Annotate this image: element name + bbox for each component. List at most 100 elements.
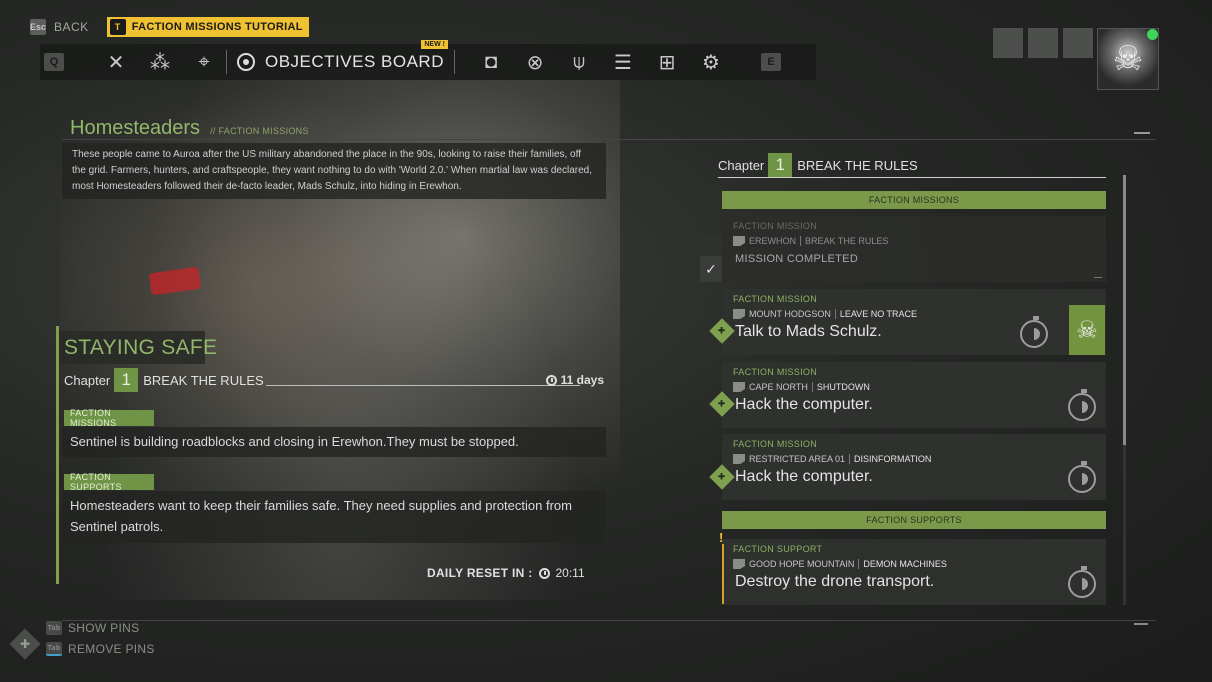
card-objective: Hack the computer.	[735, 396, 873, 413]
card-location: MOUNT HODGSON LEAVE NO TRACE	[733, 309, 917, 319]
divider	[811, 382, 813, 392]
checkmark-icon: ✓	[700, 256, 722, 282]
card-objective: Talk to Mads Schulz.	[735, 323, 882, 340]
location-name: EREWHON	[749, 236, 796, 246]
card-location: RESTRICTED AREA 01 DISINFORMATION	[733, 454, 931, 464]
warning-icon: !	[719, 530, 724, 545]
card-objective: MISSION COMPLETED	[735, 253, 859, 265]
mission-name: LEAVE NO TRACE	[839, 309, 918, 319]
flask-image	[148, 266, 202, 296]
divider	[62, 620, 1156, 621]
skull-badge-icon: ☠	[1069, 305, 1105, 355]
time-left: 11 days	[545, 373, 604, 387]
show-pins-button[interactable]: Tab SHOW PINS	[46, 621, 139, 635]
card-location: GOOD HOPE MOUNTAIN DEMON MACHINES	[733, 559, 947, 569]
faction-name: Homesteaders	[70, 117, 201, 139]
location-icon	[733, 236, 745, 246]
divider	[858, 559, 860, 569]
vehicle-icon[interactable]: ⊞	[645, 44, 689, 80]
tutorial-label: FACTION MISSIONS TUTORIAL	[131, 21, 303, 33]
mission-card[interactable]: FACTION MISSION MOUNT HODGSON LEAVE NO T…	[722, 289, 1106, 355]
t-key-icon: T	[109, 19, 126, 35]
right-chapter-header: Chapter 1 BREAK THE RULES	[718, 153, 1106, 178]
chapter-number: 1	[114, 368, 139, 392]
location-name: GOOD HOPE MOUNTAIN	[749, 559, 855, 569]
stopwatch-icon	[1020, 316, 1048, 348]
daily-reset: DAILY RESET IN : 20:11	[427, 566, 585, 580]
location-icon	[733, 559, 745, 569]
remove-pins-button[interactable]: Tab REMOVE PINS	[46, 642, 155, 656]
chapter-name: BREAK THE RULES	[797, 157, 918, 173]
card-type: FACTION MISSION	[733, 221, 818, 231]
timer-icon	[545, 374, 557, 386]
support-card[interactable]: FACTION SUPPORT GOOD HOPE MOUNTAIN DEMON…	[722, 539, 1106, 605]
panel-accent-bar	[56, 326, 59, 584]
new-badge: NEW !	[421, 40, 448, 49]
tab-key-icon: Tab	[46, 642, 62, 656]
skull-icon: ☠	[1112, 40, 1144, 78]
pin-icon: ✚	[9, 628, 41, 660]
faction-subtitle: // FACTION MISSIONS	[210, 126, 309, 136]
tutorial-button[interactable]: T FACTION MISSIONS TUTORIAL	[106, 17, 309, 37]
divider-mark	[1134, 132, 1150, 134]
empty-slot[interactable]	[993, 28, 1023, 58]
scrollbar-thumb[interactable]	[1123, 175, 1126, 445]
card-location: CAPE NORTH SHUTDOWN	[733, 382, 870, 392]
mission-card[interactable]: FACTION MISSION RESTRICTED AREA 01 DISIN…	[722, 434, 1106, 500]
stopwatch-icon	[1068, 461, 1096, 493]
panel-title: STAYING SAFE	[64, 336, 218, 359]
daily-reset-time: 20:11	[555, 566, 585, 580]
missions-info: Sentinel is building roadblocks and clos…	[62, 427, 606, 457]
timer-icon	[538, 567, 550, 579]
mission-card[interactable]: FACTION MISSION CAPE NORTH SHUTDOWN Hack…	[722, 362, 1106, 428]
divider-mark	[1134, 623, 1148, 625]
location-icon	[733, 382, 745, 392]
gear-icon[interactable]: ⚙	[689, 44, 733, 80]
divider	[62, 139, 1156, 140]
card-objective: Destroy the drone transport.	[735, 573, 935, 590]
target-icon	[237, 53, 255, 71]
section-faction-supports: FACTION SUPPORTS	[722, 511, 1106, 529]
map-pin-icon[interactable]: ⌖	[182, 44, 226, 80]
location-name: RESTRICTED AREA 01	[749, 454, 846, 464]
tab-label: OBJECTIVES BOARD	[265, 52, 444, 71]
show-pins-label: SHOW PINS	[68, 621, 140, 635]
warning-accent	[722, 544, 724, 604]
mission-card-completed[interactable]: FACTION MISSION EREWHON BREAK THE RULES …	[722, 216, 1106, 282]
nav-divider	[453, 50, 455, 74]
chapter-row: Chapter 1 BREAK THE RULES 11 days	[64, 368, 604, 392]
divider	[849, 454, 851, 464]
faction-description: These people came to Auroa after the US …	[62, 143, 606, 199]
faction-supports-tag: FACTION SUPPORTS	[64, 472, 154, 492]
back-button[interactable]: BACK	[54, 20, 89, 34]
mission-name: DISINFORMATION	[854, 454, 932, 464]
backpack-icon[interactable]: ◘	[469, 44, 513, 80]
time-left-value: 11 days	[560, 373, 604, 387]
section-faction-missions: FACTION MISSIONS	[722, 191, 1106, 209]
chevron-badge-icon[interactable]: ⊗	[513, 44, 557, 80]
stopwatch-icon	[1068, 566, 1096, 598]
chapter-label: Chapter	[64, 372, 111, 388]
card-location: EREWHON BREAK THE RULES	[733, 236, 888, 246]
crossed-tools-icon[interactable]: ✕	[94, 44, 138, 80]
card-type: FACTION MISSION	[733, 439, 818, 449]
tab-objectives-board[interactable]: OBJECTIVES BOARD NEW !	[227, 40, 454, 80]
outfit-icon[interactable]: ⍦	[557, 44, 601, 80]
stopwatch-icon	[1068, 389, 1096, 421]
mission-name: BREAK THE RULES	[805, 236, 889, 246]
main-nav: Q ✕ ⁂ ⌖ OBJECTIVES BOARD NEW ! ◘ ⊗ ⍦ ☰ ⊞…	[40, 40, 816, 80]
top-left-bar: Esc BACK T FACTION MISSIONS TUTORIAL	[30, 17, 309, 37]
e-key-icon[interactable]: E	[760, 53, 781, 71]
faction-header: Homesteaders // FACTION MISSIONS	[70, 117, 309, 140]
skills-icon[interactable]: ☰	[601, 44, 645, 80]
card-type: FACTION SUPPORT	[733, 544, 823, 554]
empty-slot[interactable]	[1063, 28, 1093, 58]
chapter-label: Chapter	[718, 157, 765, 173]
q-key-icon[interactable]: Q	[44, 53, 64, 71]
location-icon	[733, 309, 745, 319]
squad-icon[interactable]: ⁂	[138, 44, 182, 80]
quick-slots	[993, 28, 1093, 58]
empty-slot[interactable]	[1028, 28, 1058, 58]
location-icon	[733, 454, 745, 464]
tab-key-icon: Tab	[46, 621, 62, 635]
